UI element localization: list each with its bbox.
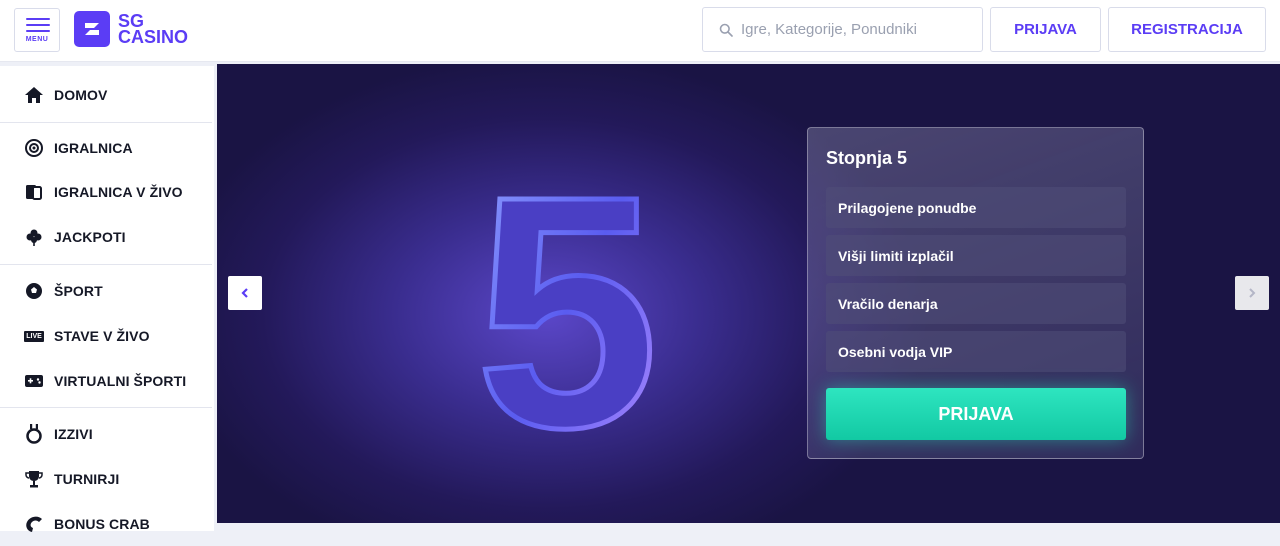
perk-item: Osebni vodja VIP (826, 331, 1126, 372)
menu-label: MENU (25, 36, 49, 43)
sidebar-item-label: TURNIRJI (54, 471, 120, 487)
sidebar-item-domov[interactable]: DOMOV (0, 73, 212, 117)
crab-claw-icon (24, 514, 44, 534)
logo-line2: CASINO (118, 27, 189, 47)
hamburger-icon-bar (26, 30, 50, 32)
card-title: Stopnja 5 (826, 148, 908, 168)
hamburger-icon-bar (26, 24, 50, 26)
login-button[interactable]: PRIJAVA (990, 7, 1101, 52)
sg-casino-logo[interactable]: SG CASINO (74, 11, 188, 47)
top-header: MENU SG CASINO PRIJAVA REGISTRACIJA (0, 0, 1280, 62)
casino-chip-icon (24, 138, 44, 158)
logo-text: SG CASINO (118, 12, 189, 47)
search-icon (719, 23, 733, 37)
carousel-prev-button[interactable] (228, 276, 262, 310)
perk-item: Prilagojene ponudbe (826, 187, 1126, 228)
gamepad-icon (24, 371, 44, 391)
live-badge-icon: LIVE (24, 326, 44, 346)
sidebar-item-label: IGRALNICA (54, 140, 133, 156)
hamburger-icon (26, 18, 50, 20)
sidebar-item-label: BONUS CRAB (54, 516, 150, 532)
card-login-button[interactable]: PRIJAVA (826, 388, 1126, 440)
sidebar-item-igralnica[interactable]: IGRALNICA (0, 126, 212, 170)
sidebar-divider (0, 264, 212, 265)
level-five-graphic: 5 (473, 144, 662, 444)
perk-item: Višji limiti izplačil (826, 235, 1126, 276)
sidebar-item-sport[interactable]: ŠPORT (0, 269, 212, 313)
home-icon (24, 85, 44, 105)
sidebar-item-turnirji[interactable]: TURNIRJI (0, 457, 212, 501)
sidebar-divider (0, 122, 212, 123)
live-badge: LIVE (24, 330, 44, 342)
sidebar-divider (0, 407, 212, 408)
chevron-left-icon (241, 288, 248, 298)
soccer-ball-icon (24, 281, 44, 301)
search-input[interactable] (733, 8, 982, 51)
live-cards-icon (24, 182, 44, 202)
sidebar-item-label: IGRALNICA V ŽIVO (54, 184, 183, 200)
carousel-next-button[interactable] (1235, 276, 1269, 310)
menu-button[interactable]: MENU (14, 8, 60, 52)
sidebar-item-label: DOMOV (54, 87, 108, 103)
sidebar-item-label: VIRTUALNI ŠPORTI (54, 373, 187, 389)
vip-level-card: Stopnja 5 Prilagojene ponudbe Višji limi… (807, 127, 1144, 459)
sidebar-item-igralnica-v-zivo[interactable]: IGRALNICA V ŽIVO (0, 170, 212, 214)
sidebar-item-virtualni-sporti[interactable]: VIRTUALNI ŠPORTI (0, 359, 212, 403)
clover-icon (24, 227, 44, 247)
chevron-right-icon (1249, 288, 1256, 298)
medal-icon (24, 424, 44, 444)
sidebar-item-jackpoti[interactable]: JACKPOTI (0, 215, 212, 259)
sidebar-item-label: STAVE V ŽIVO (54, 328, 150, 344)
big-number: 5 (475, 144, 659, 444)
sidebar-item-label: JACKPOTI (54, 229, 126, 245)
logo-mark-icon (74, 11, 110, 47)
sidebar-nav: DOMOV IGRALNICA IGRALNICA V ŽIVO JACKPOT… (0, 66, 214, 532)
sidebar-item-label: IZZIVI (54, 426, 93, 442)
trophy-icon (24, 469, 44, 489)
register-button[interactable]: REGISTRACIJA (1108, 7, 1266, 52)
sidebar-item-bonus-crab[interactable]: BONUS CRAB (0, 502, 212, 546)
sidebar-item-stave-v-zivo[interactable]: LIVE STAVE V ŽIVO (0, 314, 212, 358)
sidebar-item-izzivi[interactable]: IZZIVI (0, 412, 212, 456)
perk-item: Vračilo denarja (826, 283, 1126, 324)
search-box[interactable] (702, 7, 983, 52)
sidebar-item-label: ŠPORT (54, 283, 103, 299)
hero-banner: 5 Stopnja 5 Prilagojene ponudbe Višji li… (217, 64, 1280, 523)
